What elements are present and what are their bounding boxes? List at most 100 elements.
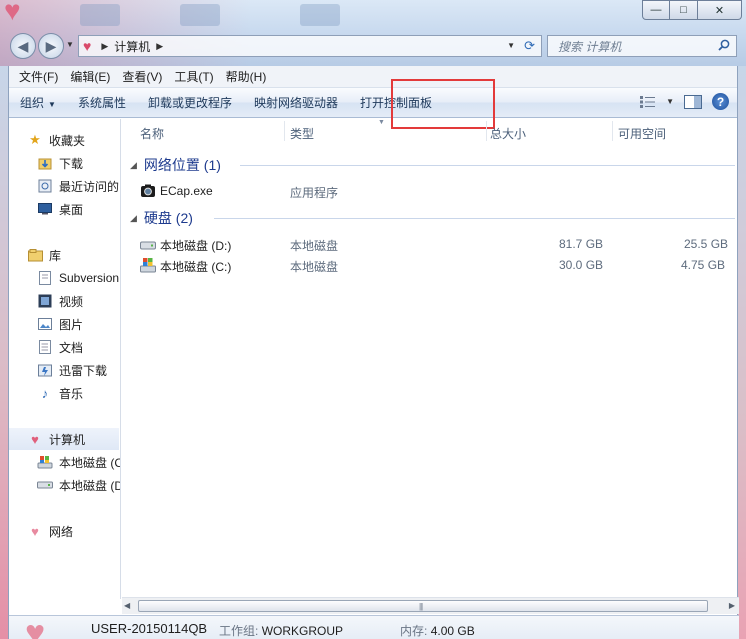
- back-button[interactable]: ◀: [10, 33, 36, 59]
- close-button[interactable]: ✕: [698, 0, 742, 20]
- heart-icon: ♥: [4, 0, 21, 26]
- nav-label: 桌面: [59, 202, 84, 217]
- uninstall-program-button[interactable]: 卸载或更改程序: [137, 94, 243, 111]
- column-type[interactable]: 类型: [290, 125, 314, 142]
- column-divider[interactable]: [486, 121, 487, 141]
- menu-help[interactable]: 帮助(H): [220, 68, 273, 85]
- nav-label: 计算机: [49, 432, 86, 447]
- document-library-icon: [37, 270, 53, 286]
- breadcrumb-separator[interactable]: ▶: [101, 41, 108, 52]
- nav-computer[interactable]: ♥ 计算机: [9, 428, 119, 450]
- column-name[interactable]: 名称: [140, 125, 164, 142]
- horizontal-scrollbar[interactable]: ◀ ||| ▶: [122, 597, 739, 614]
- menu-edit[interactable]: 编辑(E): [64, 68, 116, 85]
- nav-network[interactable]: ♥ 网络: [27, 520, 73, 542]
- list-item-ecap[interactable]: ECap.exe 应用程序: [140, 181, 730, 201]
- nav-videos[interactable]: 视频: [37, 290, 83, 312]
- nav-label: 本地磁盘 (D: [59, 478, 121, 493]
- map-network-drive-button[interactable]: 映射网络驱动器: [243, 94, 349, 111]
- navigation-pane: ★ 收藏夹 下载 最近访问的 桌面 库 Subversion 视频 图片 文档 …: [9, 119, 121, 599]
- organize-button[interactable]: 组织 ▼: [9, 94, 67, 111]
- scroll-left-arrow-icon[interactable]: ◀: [124, 601, 130, 610]
- column-header: 名称 类型 ▼ 总大小 可用空间: [122, 119, 739, 143]
- nav-desktop[interactable]: 桌面: [37, 198, 83, 220]
- item-type: 本地磁盘: [290, 260, 339, 274]
- search-icon[interactable]: [718, 39, 730, 51]
- nav-pictures[interactable]: 图片: [37, 313, 83, 335]
- hard-drive-icon: [37, 477, 53, 493]
- window-frame: ♥ — □ ✕ ◀ ▶ ▼ ♥ ▶ 计算机 ▶ ▼ ⟳ 搜索 计算机: [0, 0, 746, 66]
- downloads-folder-icon: [37, 155, 53, 171]
- group-divider: [240, 165, 735, 166]
- list-item-disk-d[interactable]: 本地磁盘 (D:) 本地磁盘 81.7 GB 25.5 GB: [140, 234, 730, 254]
- library-icon: [27, 247, 43, 263]
- desktop-icon-blur: [300, 4, 340, 26]
- nav-recent[interactable]: 最近访问的: [37, 175, 119, 197]
- command-bar: 组织 ▼ 系统属性 卸载或更改程序 映射网络驱动器 打开控制面板 ▼ ?: [9, 79, 737, 129]
- nav-downloads[interactable]: 下载: [37, 152, 83, 174]
- list-item-disk-c[interactable]: 本地磁盘 (C:) 本地磁盘 30.0 GB 4.75 GB: [140, 255, 730, 275]
- forward-button[interactable]: ▶: [38, 33, 64, 59]
- menu-view[interactable]: 查看(V): [116, 68, 168, 85]
- group-title: 硬盘 (2): [143, 210, 193, 226]
- change-view-icon[interactable]: [640, 95, 656, 108]
- computer-heart-icon: ♥: [25, 614, 46, 639]
- open-control-panel-button[interactable]: 打开控制面板: [349, 94, 443, 111]
- column-divider[interactable]: [612, 121, 613, 141]
- address-dropdown[interactable]: ▼: [507, 41, 515, 50]
- item-total-size: 30.0 GB: [559, 258, 604, 272]
- menu-file[interactable]: 文件(F): [13, 68, 64, 85]
- help-icon[interactable]: ?: [712, 93, 729, 110]
- menu-bar: 文件(F) 编辑(E) 查看(V) 工具(T) 帮助(H): [9, 66, 737, 88]
- chevron-down-icon: ▼: [48, 100, 56, 109]
- nav-label: 视频: [59, 294, 84, 309]
- nav-subversion[interactable]: Subversion: [37, 267, 119, 289]
- workgroup-info: 工作组: WORKGROUP: [219, 622, 343, 639]
- nav-music[interactable]: ♪ 音乐: [37, 382, 83, 404]
- organize-label: 组织: [20, 96, 45, 110]
- computer-heart-icon: ♥: [31, 431, 39, 447]
- minimize-button[interactable]: —: [642, 0, 670, 20]
- column-total-size[interactable]: 总大小: [490, 125, 526, 142]
- group-network-location[interactable]: ◢ 网络位置 (1): [130, 155, 221, 175]
- collapse-triangle-icon[interactable]: ◢: [130, 160, 137, 171]
- maximize-button[interactable]: □: [670, 0, 698, 20]
- document-icon: [37, 339, 53, 355]
- scroll-right-arrow-icon[interactable]: ▶: [729, 601, 735, 610]
- preview-pane-icon[interactable]: [684, 94, 702, 109]
- nav-label: 音乐: [59, 386, 84, 401]
- nav-libraries[interactable]: 库: [27, 244, 61, 266]
- computer-icon: ♥: [83, 38, 92, 54]
- nav-favorites[interactable]: ★ 收藏夹: [27, 129, 85, 151]
- nav-documents[interactable]: 文档: [37, 336, 83, 358]
- column-divider[interactable]: [284, 121, 285, 141]
- search-input[interactable]: 搜索 计算机: [547, 35, 737, 57]
- group-hard-disks[interactable]: ◢ 硬盘 (2): [130, 208, 193, 228]
- recent-places-icon: [37, 178, 53, 194]
- hard-drive-icon: [140, 241, 156, 250]
- collapse-triangle-icon[interactable]: ◢: [130, 213, 137, 224]
- recent-pages-dropdown[interactable]: ▼: [66, 40, 74, 49]
- memory-value: 4.00 GB: [430, 624, 475, 638]
- menu-tools[interactable]: 工具(T): [168, 68, 219, 85]
- address-bar[interactable]: ♥ ▶ 计算机 ▶ ▼ ⟳: [78, 35, 542, 57]
- item-name: 本地磁盘 (D:): [160, 239, 232, 253]
- item-name: ECap.exe: [160, 184, 213, 198]
- memory-label: 内存:: [400, 624, 428, 638]
- nav-drive-c[interactable]: 本地磁盘 (C: [37, 451, 120, 473]
- computer-name: USER-20150114QB: [91, 621, 208, 636]
- view-dropdown-icon[interactable]: ▼: [666, 97, 674, 106]
- nav-label: 网络: [49, 524, 74, 539]
- network-heart-icon: ♥: [31, 523, 39, 539]
- system-properties-button[interactable]: 系统属性: [67, 94, 137, 111]
- item-type: 本地磁盘: [290, 239, 339, 253]
- column-free-space[interactable]: 可用空间: [618, 125, 666, 142]
- scrollbar-thumb[interactable]: |||: [138, 600, 708, 612]
- nav-thunder-downloads[interactable]: 迅雷下载: [37, 359, 107, 381]
- refresh-icon[interactable]: ⟳: [524, 38, 535, 54]
- workgroup-label: 工作组:: [219, 624, 259, 638]
- nav-drive-d[interactable]: 本地磁盘 (D: [37, 474, 121, 496]
- breadcrumb-separator[interactable]: ▶: [156, 41, 163, 52]
- explorer-window: 文件(F) 编辑(E) 查看(V) 工具(T) 帮助(H) 组织 ▼ 系统属性 卸…: [8, 66, 739, 639]
- breadcrumb-computer[interactable]: 计算机: [114, 38, 150, 55]
